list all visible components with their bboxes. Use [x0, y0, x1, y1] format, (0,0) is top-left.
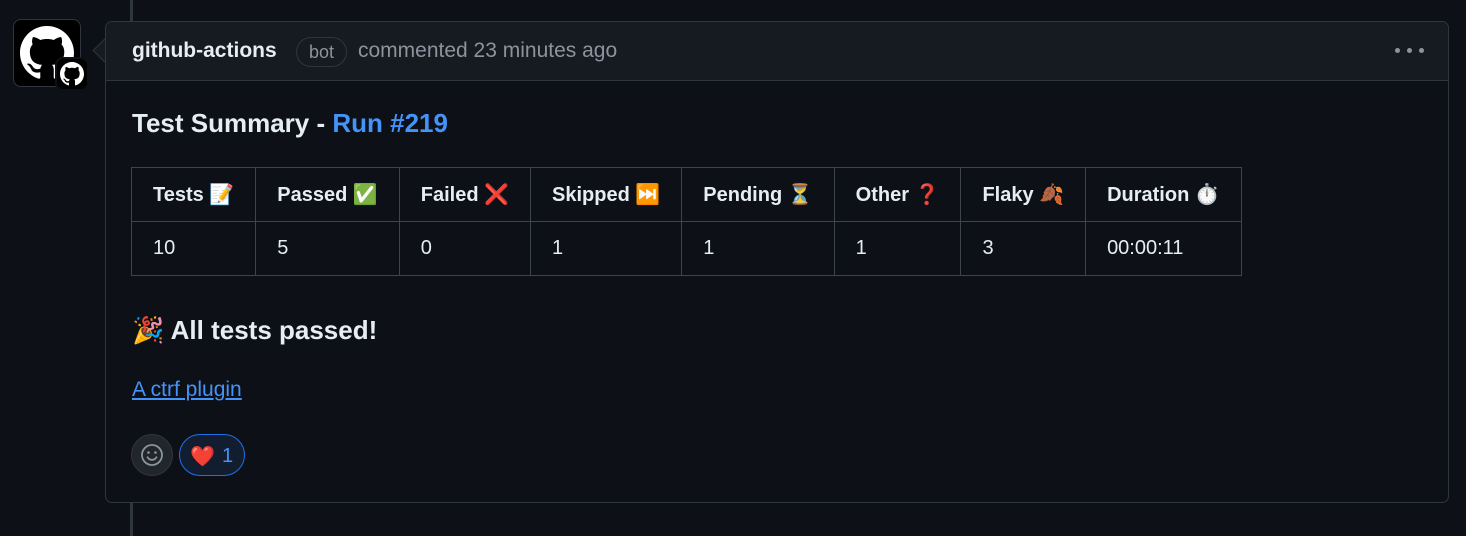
issue-timeline: github-actions bot commented 23 minutes … — [0, 0, 1466, 536]
kebab-horizontal-icon — [1395, 48, 1400, 53]
header-failed: Failed ❌ — [398, 167, 532, 222]
more-options-button[interactable] — [1390, 34, 1430, 66]
result-heading: 🎉 All tests passed! — [132, 315, 378, 345]
add-reaction-button[interactable] — [131, 434, 173, 476]
app-badge — [55, 57, 89, 91]
header-skipped: Skipped ⏭️ — [530, 167, 683, 222]
summary-heading: Test Summary - Run #219 — [132, 108, 448, 139]
kebab-dot — [1419, 48, 1424, 53]
cell-other: 1 — [833, 221, 962, 276]
table-header-row: Tests 📝 Passed ✅ Failed ❌ Skipped ⏭️ Pen… — [130, 167, 1242, 222]
kebab-dot — [1407, 48, 1412, 53]
heart-icon: ❤️ — [190, 446, 215, 468]
smiley-icon — [141, 444, 163, 466]
heart-reaction-button[interactable]: ❤️ 1 — [179, 434, 245, 476]
comment-timestamp[interactable]: commented 23 minutes ago — [358, 39, 617, 63]
summary-title: Test Summary - — [132, 108, 333, 138]
reaction-count: 1 — [222, 445, 234, 467]
comment: github-actions bot commented 23 minutes … — [105, 21, 1449, 503]
bot-badge: bot — [296, 37, 348, 67]
cell-duration: 00:00:11 — [1085, 221, 1242, 276]
table-row: 10 5 0 1 1 1 3 00:00:11 — [130, 221, 1242, 276]
cell-skipped: 1 — [530, 221, 683, 276]
cell-flaky: 3 — [960, 221, 1087, 276]
header-tests: Tests 📝 — [130, 167, 257, 222]
header-pending: Pending ⏳ — [681, 167, 835, 222]
author-link[interactable]: github-actions — [132, 39, 277, 63]
run-link[interactable]: Run #219 — [332, 108, 448, 138]
header-duration: Duration ⏱️ — [1085, 167, 1242, 222]
cell-pending: 1 — [681, 221, 835, 276]
header-other: Other ❓ — [833, 167, 962, 222]
plugin-link[interactable]: A ctrf plugin — [132, 378, 242, 402]
cell-passed: 5 — [255, 221, 400, 276]
header-flaky: Flaky 🍂 — [960, 167, 1087, 222]
cell-failed: 0 — [398, 221, 532, 276]
github-mark-icon — [60, 62, 84, 86]
cell-tests: 10 — [130, 221, 257, 276]
comment-header: github-actions bot commented 23 minutes … — [106, 22, 1448, 81]
header-passed: Passed ✅ — [255, 167, 400, 222]
test-summary-table: Tests 📝 Passed ✅ Failed ❌ Skipped ⏭️ Pen… — [130, 167, 1242, 276]
